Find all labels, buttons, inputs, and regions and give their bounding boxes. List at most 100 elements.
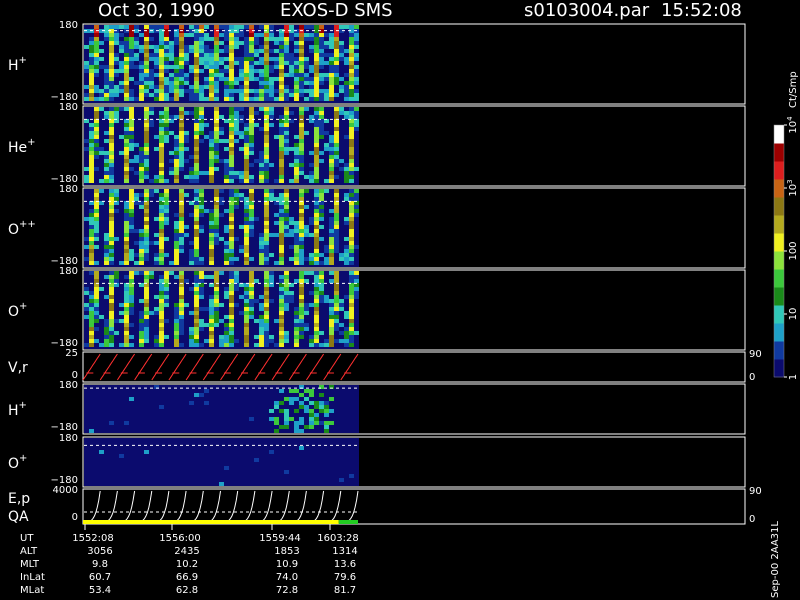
footer-cell: 66.9: [176, 572, 198, 583]
heatmap-cell: [209, 97, 214, 101]
heatmap-cell: [284, 85, 289, 89]
heatmap-cell: [209, 57, 214, 61]
heatmap-cell: [114, 279, 119, 283]
heatmap-cell: [264, 171, 269, 175]
heatmap-cell: [89, 327, 94, 331]
heatmap-cell: [164, 61, 169, 65]
heatmap-cell: [294, 159, 299, 163]
heatmap-cell: [289, 401, 294, 405]
heatmap-cell: [189, 339, 194, 343]
heatmap-cell: [189, 213, 194, 217]
heatmap-cell: [264, 85, 269, 89]
colorbar-unit: Ct/Smp: [788, 71, 799, 108]
heatmap-cell: [154, 93, 159, 97]
heatmap-cell: [84, 147, 89, 151]
heatmap-cell: [324, 61, 329, 65]
heatmap-cell: [314, 111, 319, 115]
heatmap-cell: [344, 135, 349, 139]
heatmap-cell: [139, 241, 144, 245]
heatmap-cell: [279, 339, 284, 343]
heatmap-cell: [319, 135, 324, 139]
heatmap-cell: [309, 89, 314, 93]
colorbar: 110100103104: [773, 116, 799, 380]
heatmap-cell: [299, 249, 304, 253]
heatmap-cell: [164, 335, 169, 339]
heatmap-cell: [124, 143, 129, 147]
heatmap-cell: [304, 323, 309, 327]
heatmap-cell: [349, 271, 354, 275]
heatmap-cell: [259, 307, 264, 311]
footer-cell: 10.9: [276, 559, 298, 570]
heatmap-cell: [199, 197, 204, 201]
heatmap-cell: [104, 139, 109, 143]
heatmap-cell: [264, 179, 269, 183]
heatmap-cell: [169, 45, 174, 49]
heatmap-cell: [354, 275, 359, 279]
heatmap-cell: [349, 85, 354, 89]
heatmap-cell: [264, 323, 269, 327]
heatmap-cell: [159, 319, 164, 323]
heatmap-cell: [249, 123, 254, 127]
heatmap-cell: [94, 299, 99, 303]
heatmap-cell: [119, 319, 124, 323]
heatmap-cell: [184, 57, 189, 61]
heatmap-cell: [264, 115, 269, 119]
heatmap-cell: [144, 85, 149, 89]
heatmap-cell: [159, 213, 164, 217]
heatmap-cell: [139, 147, 144, 151]
heatmap-cell: [174, 261, 179, 265]
heatmap-cell: [264, 73, 269, 77]
heatmap-cell: [209, 213, 214, 217]
heatmap-cell: [259, 69, 264, 73]
heatmap-cell: [264, 217, 269, 221]
heatmap-cell: [124, 339, 129, 343]
heatmap-cell: [89, 73, 94, 77]
heatmap-cell: [299, 241, 304, 245]
heatmap-cell: [284, 291, 289, 295]
heatmap-cell: [99, 179, 104, 183]
heatmap-cell: [299, 189, 304, 193]
heatmap-cell: [304, 37, 309, 41]
heatmap-cell: [214, 33, 219, 37]
heatmap-cell: [174, 179, 179, 183]
heatmap-cell: [314, 291, 319, 295]
heatmap-cell: [349, 163, 354, 167]
heatmap-cell: [259, 25, 264, 29]
heatmap-cell: [354, 73, 359, 77]
heatmap-cell: [294, 421, 299, 425]
heatmap-cell: [214, 41, 219, 45]
heatmap-cell: [119, 303, 124, 307]
heatmap-cell: [209, 311, 214, 315]
heatmap-cell: [279, 49, 284, 53]
heatmap-cell: [159, 261, 164, 265]
heatmap-cell: [179, 311, 184, 315]
heatmap-cell: [294, 225, 299, 229]
heatmap-cell: [129, 295, 134, 299]
heatmap-cell: [299, 331, 304, 335]
heatmap-cell: [199, 171, 204, 175]
heatmap-cell: [334, 155, 339, 159]
heatmap-cell: [224, 466, 229, 470]
heatmap-cell: [144, 69, 149, 73]
colorbar-swatch: [774, 215, 784, 234]
heatmap-cell: [164, 77, 169, 81]
heatmap-cell: [229, 143, 234, 147]
heatmap-cell: [264, 339, 269, 343]
heatmap-cell: [174, 257, 179, 261]
heatmap-cell: [354, 115, 359, 119]
heatmap-cell: [294, 175, 299, 179]
heatmap-cell: [89, 155, 94, 159]
heatmap-cell: [294, 315, 299, 319]
heatmap-cell: [189, 33, 194, 37]
heatmap-cell: [194, 135, 199, 139]
heatmap-cell: [354, 69, 359, 73]
heatmap-cell: [159, 287, 164, 291]
heatmap-cell: [254, 89, 259, 93]
heatmap-cell: [149, 57, 154, 61]
heatmap-cell: [184, 303, 189, 307]
heatmap-cell: [144, 241, 149, 245]
heatmap-cell: [89, 237, 94, 241]
heatmap-cell: [309, 335, 314, 339]
heatmap-cell: [104, 131, 109, 135]
heatmap-cell: [314, 401, 319, 405]
